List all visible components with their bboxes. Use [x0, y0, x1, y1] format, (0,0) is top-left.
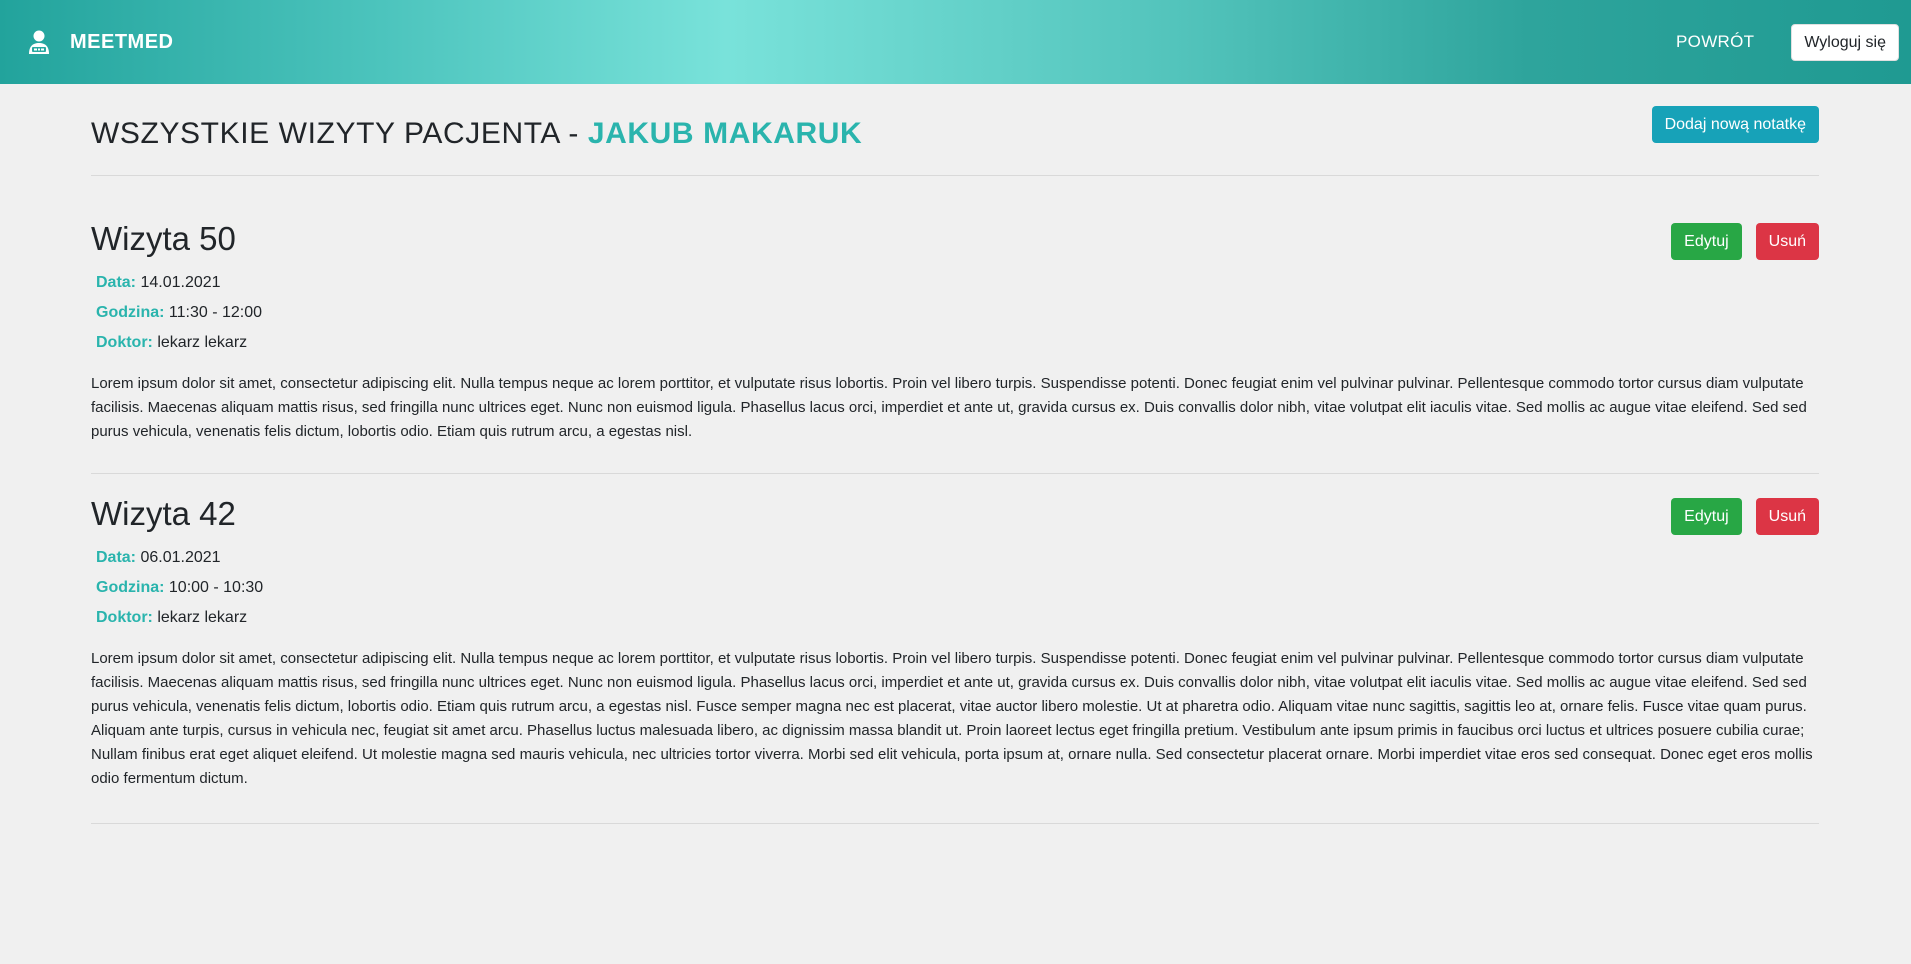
patient-name: JAKUB MAKARUK: [587, 116, 863, 150]
edit-button[interactable]: Edytuj: [1671, 498, 1742, 535]
visit-title: Wizyta 50: [91, 220, 236, 257]
visit-header: Wizyta 50 Edytuj Usuń: [91, 220, 1819, 260]
brand[interactable]: MEETMED: [28, 30, 174, 54]
visit-actions: Edytuj Usuń: [1671, 498, 1819, 535]
time-label: Godzina:: [96, 579, 165, 596]
add-note-button[interactable]: Dodaj nową notatkę: [1651, 106, 1819, 143]
visit-header: Wizyta 42 Edytuj Usuń: [91, 495, 1819, 535]
nav-actions: POWRÓT Wyloguj się: [1676, 23, 1899, 61]
visit-title: Wizyta 42: [91, 495, 236, 532]
top-navbar: MEETMED POWRÓT Wyloguj się: [0, 0, 1911, 84]
date-label: Data:: [96, 549, 137, 566]
page-title: WSZYSTKIE WIZYTY PACJENTA - JAKUB MAKARU…: [91, 117, 862, 151]
visit-date: Data: 14.01.2021: [96, 268, 1819, 298]
visit-time: Godzina: 10:00 - 10:30: [96, 573, 1819, 603]
delete-button[interactable]: Usuń: [1755, 223, 1819, 260]
logout-button[interactable]: Wyloguj się: [1791, 23, 1899, 61]
visit-card: Wizyta 42 Edytuj Usuń Data: 06.01.2021 G…: [91, 474, 1819, 824]
visit-meta: Data: 14.01.2021 Godzina: 11:30 - 12:00 …: [96, 268, 1819, 358]
doctor-label: Doktor:: [96, 334, 153, 351]
visit-doctor: Doktor: lekarz lekarz: [96, 603, 1819, 633]
visit-card: Wizyta 50 Edytuj Usuń Data: 14.01.2021 G…: [91, 176, 1819, 474]
date-label: Data:: [96, 274, 137, 291]
visit-time: Godzina: 11:30 - 12:00: [96, 298, 1819, 328]
brand-name: MEETMED: [70, 30, 174, 53]
visit-doctor: Doktor: lekarz lekarz: [96, 328, 1819, 358]
back-link[interactable]: POWRÓT: [1676, 32, 1754, 52]
main-content: WSZYSTKIE WIZYTY PACJENTA - JAKUB MAKARU…: [91, 84, 1819, 824]
doctor-user-icon: [29, 30, 49, 54]
visit-notes: Lorem ipsum dolor sit amet, consectetur …: [91, 650, 1813, 787]
visit-date: Data: 06.01.2021: [96, 543, 1819, 573]
visit-meta: Data: 06.01.2021 Godzina: 10:00 - 10:30 …: [96, 543, 1819, 633]
page-title-prefix: WSZYSTKIE WIZYTY PACJENTA -: [91, 116, 588, 150]
doctor-label: Doktor:: [96, 609, 153, 626]
time-value: 10:00 - 10:30: [168, 579, 264, 596]
doctor-value: lekarz lekarz: [157, 609, 248, 626]
doctor-value: lekarz lekarz: [157, 334, 248, 351]
date-value: 06.01.2021: [140, 549, 221, 566]
date-value: 14.01.2021: [140, 274, 221, 291]
time-label: Godzina:: [96, 304, 165, 321]
visit-notes: Lorem ipsum dolor sit amet, consectetur …: [91, 375, 1807, 440]
delete-button[interactable]: Usuń: [1755, 498, 1819, 535]
page-header: WSZYSTKIE WIZYTY PACJENTA - JAKUB MAKARU…: [91, 84, 1819, 176]
visit-actions: Edytuj Usuń: [1671, 223, 1819, 260]
time-value: 11:30 - 12:00: [168, 304, 262, 321]
edit-button[interactable]: Edytuj: [1671, 223, 1742, 260]
